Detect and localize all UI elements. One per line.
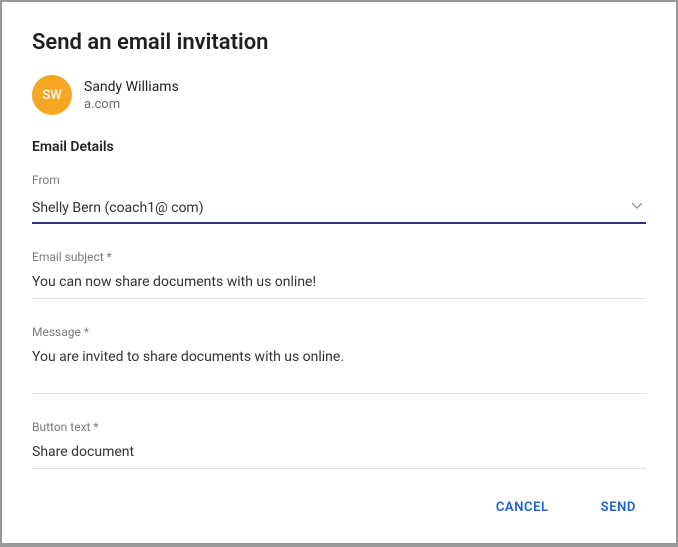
button-text-field: Button text * (32, 420, 646, 469)
dialog-actions: CANCEL SEND (2, 476, 676, 543)
chevron-down-icon (632, 203, 642, 213)
send-button[interactable]: SEND (591, 494, 646, 521)
subject-input[interactable] (32, 270, 646, 299)
subject-label: Email subject * (32, 250, 646, 264)
email-invitation-dialog: Send an email invitation SW Sandy Willia… (2, 2, 676, 543)
dialog-content: Send an email invitation SW Sandy Willia… (2, 2, 676, 476)
message-field: Message * (32, 325, 646, 394)
button-text-label: Button text * (32, 420, 646, 434)
message-label: Message * (32, 325, 646, 339)
recipient-row: SW Sandy Williams a.com (32, 75, 646, 115)
from-field: From Shelly Bern (coach1@ com) (32, 173, 646, 224)
button-text-input[interactable] (32, 440, 646, 469)
from-label: From (32, 173, 646, 187)
cancel-button[interactable]: CANCEL (486, 494, 559, 521)
section-heading: Email Details (32, 139, 646, 155)
from-value: Shelly Bern (coach1@ com) (32, 200, 204, 216)
recipient-email: a.com (84, 97, 179, 112)
message-input[interactable] (32, 345, 646, 394)
recipient-name: Sandy Williams (84, 79, 179, 95)
dialog-title: Send an email invitation (32, 30, 646, 55)
avatar: SW (32, 75, 72, 115)
subject-field: Email subject * (32, 250, 646, 299)
recipient-info: Sandy Williams a.com (84, 79, 179, 112)
from-select[interactable]: Shelly Bern (coach1@ com) (32, 193, 646, 224)
